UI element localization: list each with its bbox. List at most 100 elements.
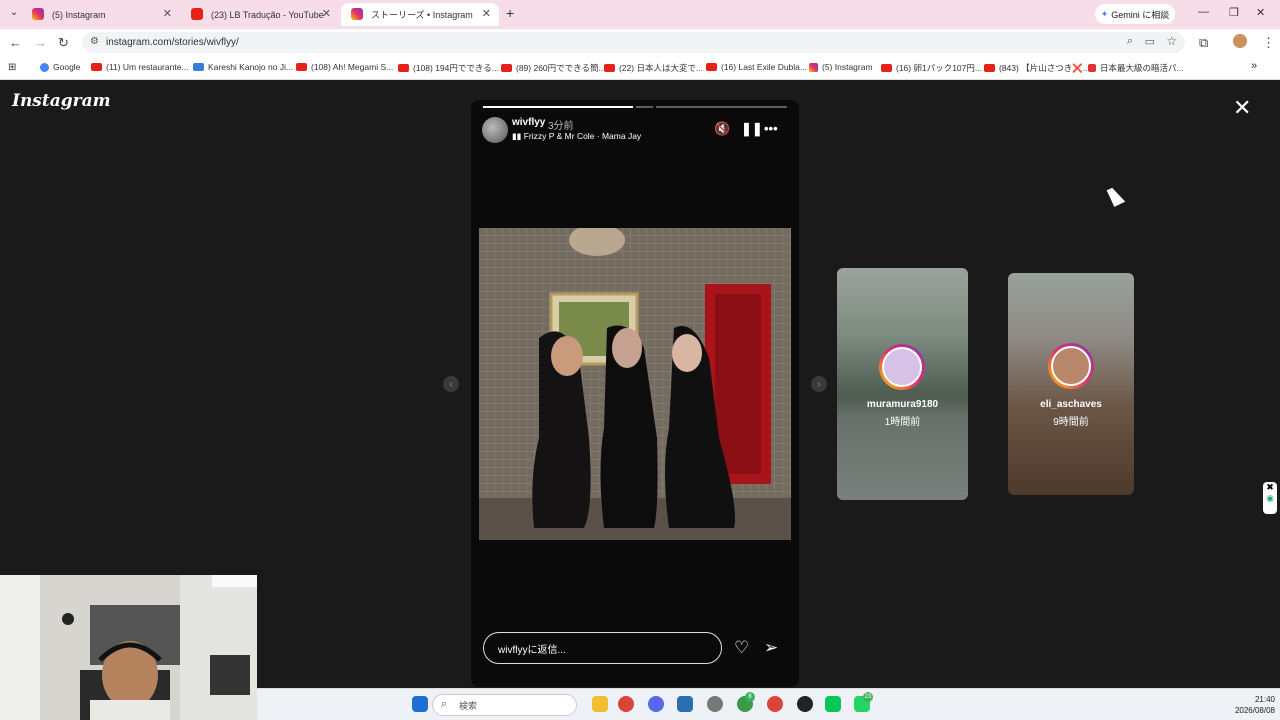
back-icon[interactable]: ← bbox=[9, 35, 22, 50]
preview-time: 9時間前 bbox=[1053, 417, 1089, 428]
windows-start-icon[interactable] bbox=[412, 696, 428, 712]
mouse-cursor-icon bbox=[1106, 185, 1126, 207]
discord-icon[interactable] bbox=[648, 696, 664, 712]
instagram-icon bbox=[32, 8, 44, 20]
tab-stories[interactable]: ストーリーズ • Instagram ✕ bbox=[341, 3, 499, 26]
progress-fill bbox=[483, 106, 633, 108]
settings-icon[interactable] bbox=[707, 696, 723, 712]
close-tab-icon[interactable]: ✕ bbox=[482, 7, 491, 20]
gemini-button[interactable]: ✦ Gemini に相談 bbox=[1095, 4, 1175, 24]
avatar[interactable] bbox=[482, 117, 508, 143]
clock-date: 2026/08/08 bbox=[1234, 706, 1275, 715]
clock-time: 21:40 bbox=[1254, 695, 1275, 704]
close-small-icon[interactable]: ✖ bbox=[1263, 482, 1277, 493]
youtube-icon bbox=[398, 64, 409, 72]
menu-icon[interactable]: ⋮ bbox=[1262, 35, 1275, 51]
side-panel-controls[interactable]: ✖ ◉ bbox=[1263, 482, 1277, 514]
more-options-icon[interactable]: ••• bbox=[764, 121, 778, 136]
record-icon[interactable]: ◉ bbox=[1263, 493, 1277, 504]
app-icon[interactable] bbox=[797, 696, 813, 712]
tab-title: (5) Instagram bbox=[52, 9, 106, 20]
mute-icon[interactable]: 🔇 bbox=[714, 121, 730, 137]
extensions-icon[interactable]: ⧉ bbox=[1199, 35, 1208, 51]
instagram-logo[interactable]: Instagram bbox=[12, 91, 111, 111]
site-info-icon[interactable]: ⚙ bbox=[90, 36, 99, 47]
instagram-icon bbox=[351, 8, 363, 20]
story-progress bbox=[483, 106, 787, 108]
youtube-icon bbox=[706, 63, 717, 71]
reload-icon[interactable]: ↻ bbox=[58, 35, 69, 51]
bookmark-item[interactable]: 日本最大級の暗活パ... bbox=[1088, 62, 1184, 74]
bookmark-item[interactable]: (5) Instagram bbox=[809, 62, 873, 72]
youtube-icon bbox=[984, 64, 995, 72]
forward-icon[interactable]: → bbox=[34, 35, 47, 50]
bookmark-label: (11) Um restaurante... bbox=[106, 62, 189, 72]
music-label: Frizzy P & Mr Cole · Mama Jay bbox=[523, 131, 642, 141]
new-tab-button[interactable]: + bbox=[506, 5, 514, 21]
bookmark-item[interactable]: Kareshi Kanojo no Ji... bbox=[193, 62, 293, 72]
tab-instagram[interactable]: (5) Instagram ✕ bbox=[22, 3, 180, 26]
close-tab-icon[interactable]: ✕ bbox=[322, 7, 331, 20]
music-icon: ▮▮ bbox=[512, 131, 522, 141]
minimize-icon[interactable]: — bbox=[1198, 6, 1209, 18]
tab-search-button[interactable]: ⌄ bbox=[6, 7, 22, 21]
story-photo-graphic bbox=[479, 228, 791, 540]
google-icon bbox=[40, 62, 49, 72]
close-tab-icon[interactable]: ✕ bbox=[163, 7, 172, 20]
profile-avatar[interactable] bbox=[1233, 34, 1247, 48]
zoom-icon[interactable]: ⌕ bbox=[1127, 35, 1133, 48]
close-icon[interactable]: ✕ bbox=[1233, 95, 1251, 121]
pause-icon[interactable]: ❚❚ bbox=[741, 121, 763, 137]
restore-icon[interactable]: ❐ bbox=[1229, 6, 1239, 19]
bookmark-label: (108) 194円でできる... bbox=[413, 63, 499, 73]
window-close-icon[interactable]: ✕ bbox=[1256, 6, 1265, 19]
chrome-icon[interactable] bbox=[767, 696, 783, 712]
story-music[interactable]: ▮▮ Frizzy P & Mr Cole · Mama Jay bbox=[512, 131, 641, 142]
story-username[interactable]: wivflyy bbox=[512, 117, 545, 128]
bookmark-item[interactable]: (11) Um restaurante... bbox=[91, 62, 189, 72]
next-story-preview[interactable]: eli_aschaves 9時間前 bbox=[1008, 273, 1134, 495]
bookmarks-bar: ⊞ Google (11) Um restaurante... Kareshi … bbox=[0, 56, 1280, 80]
progress-segment bbox=[483, 106, 633, 108]
tab-title: (23) LB Tradução - YouTube bbox=[211, 9, 324, 20]
progress-segment bbox=[656, 106, 787, 108]
heart-icon[interactable]: ♡ bbox=[734, 638, 749, 658]
reply-input[interactable]: wivflyyに返信... bbox=[483, 632, 722, 664]
address-bar[interactable]: ⚙ instagram.com/stories/wivflyy/ ⌕ ▭ ☆ bbox=[82, 32, 1185, 53]
bookmark-item[interactable]: Google bbox=[40, 62, 80, 72]
bookmark-label: Google bbox=[53, 62, 81, 72]
more-bookmarks-icon[interactable]: » bbox=[1251, 60, 1257, 72]
cast-icon[interactable]: ▭ bbox=[1145, 35, 1155, 48]
taskbar-search[interactable]: ⌕ 検索 bbox=[432, 694, 577, 716]
next-story-arrow-icon[interactable]: › bbox=[811, 376, 827, 392]
next-story-preview[interactable]: muramura9180 1時間前 bbox=[837, 268, 968, 500]
bookmark-item[interactable]: (108) Ah! Megami S... bbox=[296, 62, 393, 72]
preview-time: 1時間前 bbox=[884, 417, 921, 428]
prev-story-arrow-icon[interactable]: ‹ bbox=[443, 376, 459, 392]
file-explorer-icon[interactable] bbox=[592, 696, 608, 712]
preview-username: eli_aschaves bbox=[1040, 399, 1102, 410]
system-clock[interactable]: 21:40 2026/08/08 bbox=[1225, 694, 1275, 716]
bookmark-star-icon[interactable]: ☆ bbox=[1166, 34, 1177, 48]
chrome-icon[interactable] bbox=[618, 696, 634, 712]
apps-grid-icon[interactable]: ⊞ bbox=[8, 62, 16, 73]
bookmark-item[interactable]: (843) 【片山さつき❌... bbox=[984, 62, 1090, 74]
avatar bbox=[1048, 343, 1094, 389]
app-icon[interactable] bbox=[677, 696, 693, 712]
gemini-icon: ✦ bbox=[1100, 8, 1109, 19]
story-card[interactable]: wivflyy 3分前 ▮▮ Frizzy P & Mr Cole · Mama… bbox=[471, 100, 799, 687]
instagram-icon bbox=[809, 62, 818, 72]
bookmark-item[interactable]: (16) Last Exile Dubla... bbox=[706, 62, 807, 72]
tab-youtube[interactable]: (23) LB Tradução - YouTube ✕ bbox=[181, 3, 339, 26]
bookmark-item[interactable]: (108) 194円でできる... bbox=[398, 62, 499, 74]
bookmark-item[interactable]: (89) 260円でできる簡... bbox=[501, 62, 606, 74]
bookmark-favicon bbox=[1088, 64, 1096, 72]
progress-segment bbox=[636, 106, 653, 108]
youtube-icon bbox=[604, 64, 615, 72]
share-icon[interactable]: ➢ bbox=[764, 638, 778, 658]
bookmark-favicon bbox=[193, 63, 204, 71]
bookmark-item[interactable]: (22) 日本人は大変で... bbox=[604, 62, 703, 74]
youtube-icon bbox=[191, 8, 203, 20]
bookmark-item[interactable]: (16) 卵1パック107円... bbox=[881, 62, 982, 74]
line-icon[interactable] bbox=[825, 696, 841, 712]
